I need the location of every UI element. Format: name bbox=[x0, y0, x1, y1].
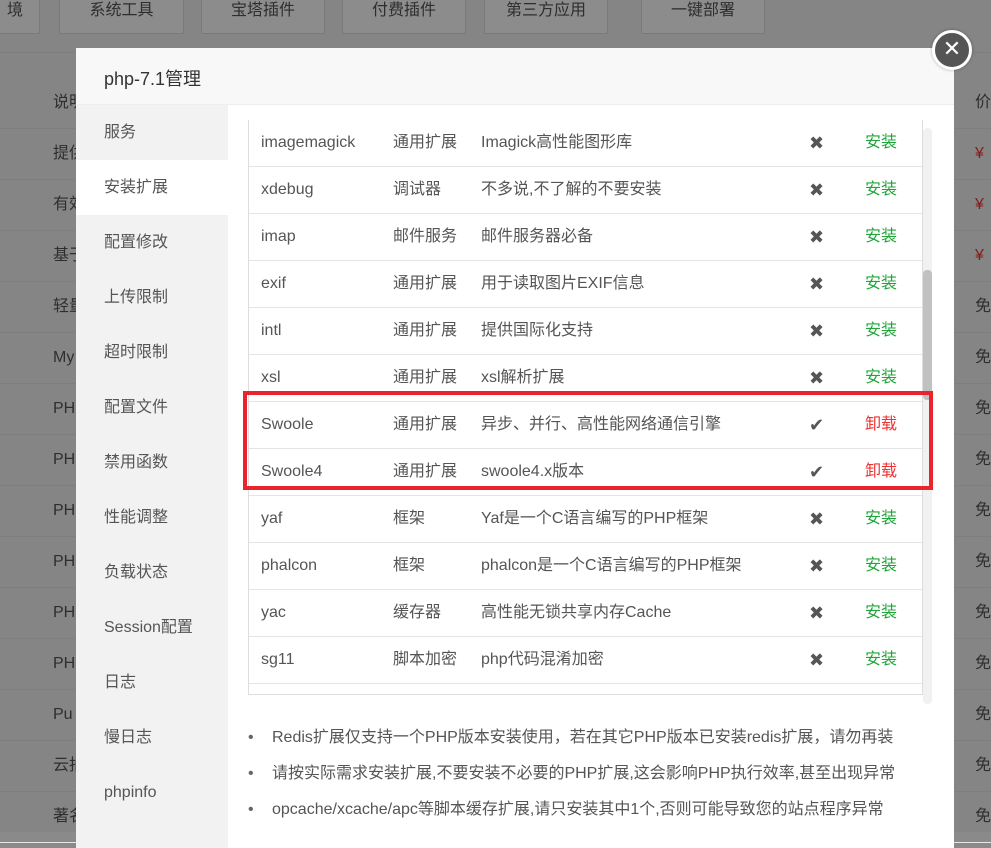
sidebar-item-log[interactable]: 日志 bbox=[76, 655, 228, 710]
extension-type: 通用扩展 bbox=[393, 275, 458, 292]
install-button[interactable]: 安装 bbox=[865, 308, 897, 354]
extension-description: Imagick高性能图形库 bbox=[481, 134, 633, 151]
x-icon: ✖ bbox=[809, 274, 825, 294]
x-icon: ✖ bbox=[809, 509, 825, 529]
x-icon: ✖ bbox=[809, 227, 825, 247]
extension-row: imagemagick 通用扩展 Imagick高性能图形库 ✖ 安装 bbox=[249, 120, 922, 167]
extension-name: exif bbox=[261, 275, 286, 292]
sidebar-item-performance[interactable]: 性能调整 bbox=[76, 490, 228, 545]
extension-name: xdebug bbox=[261, 181, 314, 198]
x-icon: ✖ bbox=[809, 603, 825, 623]
sidebar-item-slow-log[interactable]: 慢日志 bbox=[76, 710, 228, 765]
extension-type: 邮件服务 bbox=[393, 228, 458, 245]
dialog-sidebar: 服务 安装扩展 配置修改 上传限制 超时限制 配置文件 禁用函数 性能调整 负载… bbox=[76, 105, 228, 848]
extension-row: intl 通用扩展 提供国际化支持 ✖ 安装 bbox=[249, 308, 922, 355]
extension-description: 邮件服务器必备 bbox=[481, 228, 594, 245]
extension-description: php代码混淆加密 bbox=[481, 651, 604, 668]
extension-type: 框架 bbox=[393, 557, 426, 574]
install-button[interactable]: 安装 bbox=[865, 590, 897, 636]
x-icon: ✖ bbox=[809, 556, 825, 576]
dialog-header: php-7.1管理 bbox=[76, 48, 954, 105]
extension-description: php官方扩展(需提前安装postgresql) bbox=[481, 684, 736, 694]
x-icon: ✖ bbox=[809, 321, 825, 341]
x-icon: ✖ bbox=[809, 650, 825, 670]
extension-description: Yaf是一个C语言编写的PHP框架 bbox=[481, 510, 709, 527]
extension-description: 不多说,不了解的不要安装 bbox=[481, 181, 662, 198]
extension-name: imagemagick bbox=[261, 134, 356, 151]
extension-row: imap 邮件服务 邮件服务器必备 ✖ 安装 bbox=[249, 214, 922, 261]
highlight-box bbox=[243, 391, 933, 490]
extension-type: 框架 bbox=[393, 510, 426, 527]
dialog-title: php-7.1管理 bbox=[104, 69, 202, 89]
extension-row: xdebug 调试器 不多说,不了解的不要安装 ✖ 安装 bbox=[249, 167, 922, 214]
extension-row: exif 通用扩展 用于读取图片EXIF信息 ✖ 安装 bbox=[249, 261, 922, 308]
note-item: opcache/xcache/apc等脚本缓存扩展,请只安装其中1个,否则可能导… bbox=[248, 792, 938, 828]
extension-description: 用于读取图片EXIF信息 bbox=[481, 275, 645, 292]
extension-row: phalcon 框架 phalcon是一个C语言编写的PHP框架 ✖ 安装 bbox=[249, 543, 922, 590]
extension-name: imap bbox=[261, 228, 296, 245]
install-button[interactable]: 安装 bbox=[865, 637, 897, 683]
extension-row: pgsql 通用扩展 php官方扩展(需提前安装postgresql) ✖ 安装 bbox=[249, 684, 922, 694]
sidebar-item-install-extensions[interactable]: 安装扩展 bbox=[76, 160, 228, 215]
x-icon: ✖ bbox=[809, 133, 825, 153]
sidebar-item-config-file[interactable]: 配置文件 bbox=[76, 380, 228, 435]
scrollbar-thumb[interactable] bbox=[923, 270, 932, 400]
extension-name: sg11 bbox=[261, 651, 295, 668]
extension-row: yac 缓存器 高性能无锁共享内存Cache ✖ 安装 bbox=[249, 590, 922, 637]
install-button[interactable]: 安装 bbox=[865, 543, 897, 589]
install-button[interactable]: 安装 bbox=[865, 684, 897, 694]
extension-type: 缓存器 bbox=[393, 604, 442, 621]
extension-type: 通用扩展 bbox=[393, 322, 458, 339]
extension-row: sg11 脚本加密 php代码混淆加密 ✖ 安装 bbox=[249, 637, 922, 684]
extension-name: phalcon bbox=[261, 557, 318, 574]
x-icon: ✖ bbox=[809, 684, 824, 694]
extension-name: intl bbox=[261, 322, 282, 339]
sidebar-item-session-config[interactable]: Session配置 bbox=[76, 600, 228, 655]
extension-type: 通用扩展 bbox=[393, 684, 457, 694]
extension-type: 脚本加密 bbox=[393, 651, 458, 668]
sidebar-item-phpinfo[interactable]: phpinfo bbox=[76, 765, 228, 820]
extension-name: yaf bbox=[261, 510, 283, 527]
install-button[interactable]: 安装 bbox=[865, 261, 897, 307]
extension-description: phalcon是一个C语言编写的PHP框架 bbox=[481, 557, 742, 574]
sidebar-item-disabled-functions[interactable]: 禁用函数 bbox=[76, 435, 228, 490]
note-item: 请按实际需求安装扩展,不要安装不必要的PHP扩展,这会影响PHP执行效率,甚至出… bbox=[248, 756, 938, 792]
extension-name: pgsql bbox=[261, 684, 299, 694]
extension-row: yaf 框架 Yaf是一个C语言编写的PHP框架 ✖ 安装 bbox=[249, 496, 922, 543]
sidebar-item-timeout-limit[interactable]: 超时限制 bbox=[76, 325, 228, 380]
extension-type: 调试器 bbox=[393, 181, 442, 198]
extension-description: 提供国际化支持 bbox=[481, 322, 594, 339]
extension-description: 高性能无锁共享内存Cache bbox=[481, 604, 672, 621]
install-button[interactable]: 安装 bbox=[865, 167, 897, 213]
x-icon: ✖ bbox=[809, 180, 825, 200]
install-button[interactable]: 安装 bbox=[865, 496, 897, 542]
sidebar-item-config-edit[interactable]: 配置修改 bbox=[76, 215, 228, 270]
install-button[interactable]: 安装 bbox=[865, 120, 897, 166]
sidebar-item-load-status[interactable]: 负载状态 bbox=[76, 545, 228, 600]
sidebar-item-service[interactable]: 服务 bbox=[76, 105, 228, 160]
sidebar-item-upload-limit[interactable]: 上传限制 bbox=[76, 270, 228, 325]
notes-list: Redis扩展仅支持一个PHP版本安装使用，若在其它PHP版本已安装redis扩… bbox=[248, 720, 938, 828]
extension-type: 通用扩展 bbox=[393, 134, 458, 151]
install-button[interactable]: 安装 bbox=[865, 214, 897, 260]
close-icon[interactable]: ✕ bbox=[932, 30, 972, 70]
extension-name: yac bbox=[261, 604, 286, 621]
note-item: Redis扩展仅支持一个PHP版本安装使用，若在其它PHP版本已安装redis扩… bbox=[248, 720, 938, 756]
